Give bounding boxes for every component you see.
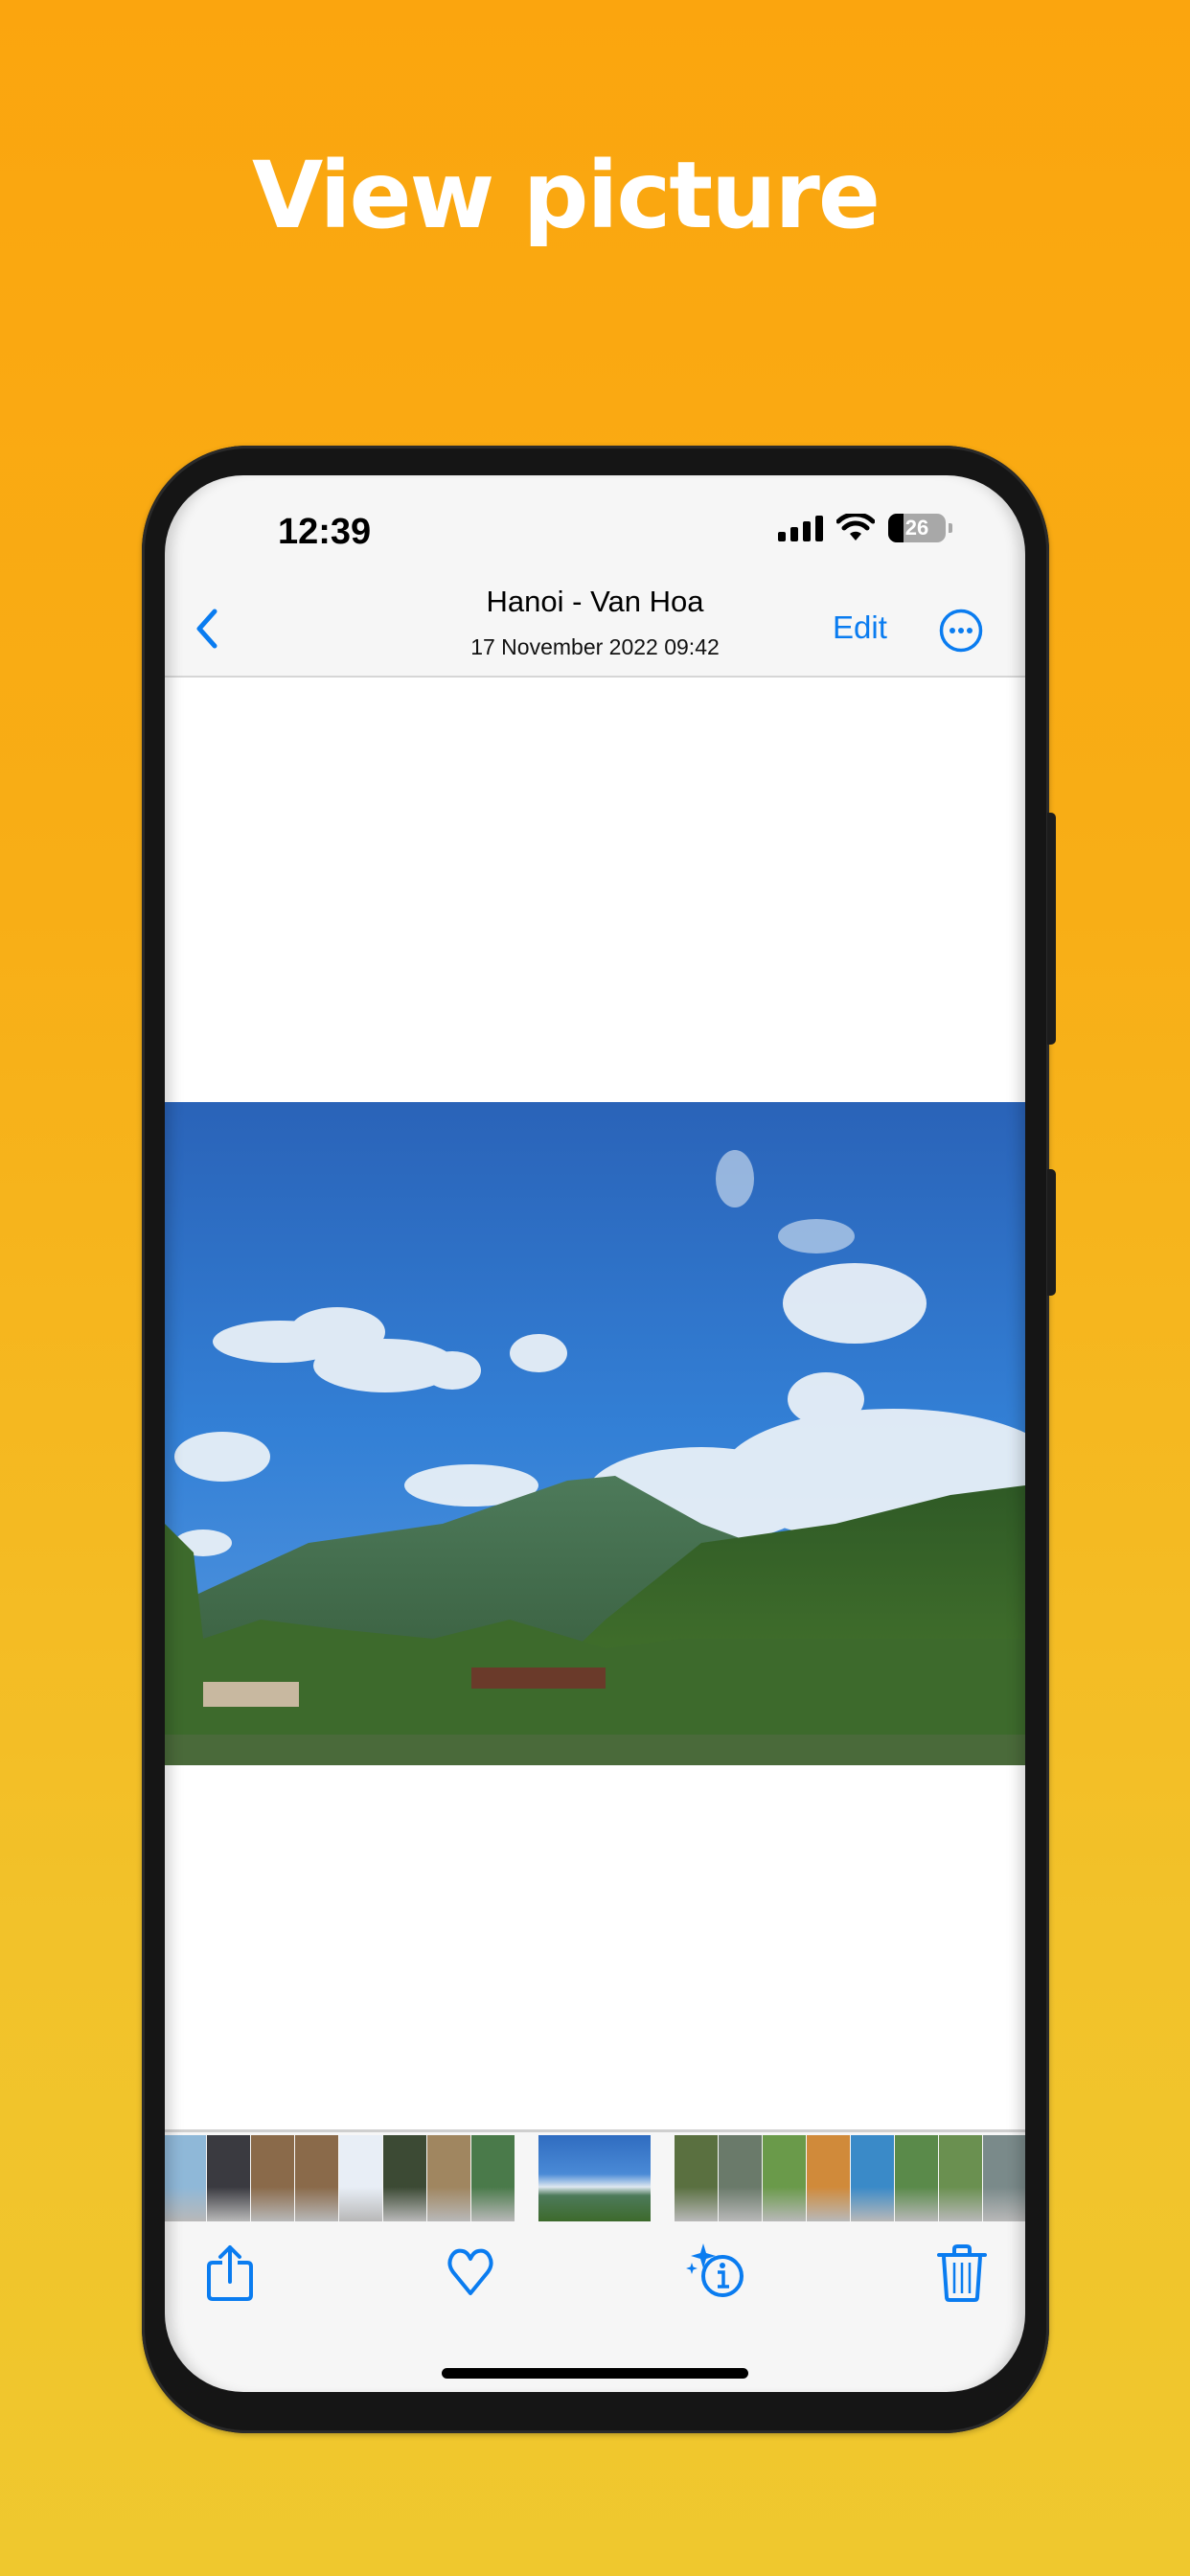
photo-title: Hanoi - Van Hoa [486, 585, 704, 618]
battery-level: 26 [904, 516, 929, 540]
battery-icon: 26 [888, 514, 946, 542]
thumbnail[interactable] [763, 2135, 806, 2221]
status-icons: 26 [778, 514, 952, 542]
photo-date: 17 November 2022 09:42 [470, 634, 720, 659]
thumbnail[interactable] [251, 2135, 294, 2221]
thumbnail[interactable] [383, 2135, 426, 2221]
more-button[interactable] [939, 609, 983, 653]
landscape-image [165, 1102, 1025, 1765]
battery-fill [888, 514, 904, 542]
thumbnail[interactable] [207, 2135, 250, 2221]
signal-icon [778, 515, 823, 541]
thumbnail-selected[interactable] [538, 2135, 651, 2221]
thumbnail[interactable] [675, 2135, 718, 2221]
heart-icon [447, 2248, 493, 2295]
share-icon [207, 2245, 253, 2301]
trash-icon [937, 2244, 987, 2302]
battery-tip [949, 523, 952, 533]
favorite-button[interactable] [444, 2243, 497, 2303]
wifi-icon [836, 514, 875, 540]
status-time: 12:39 [278, 512, 372, 552]
page-headline: View picture [252, 142, 881, 249]
ellipsis-circle-icon [939, 609, 983, 653]
home-indicator[interactable] [442, 2368, 748, 2379]
share-button[interactable] [203, 2243, 257, 2303]
thumbnail[interactable] [295, 2135, 338, 2221]
thumbnail[interactable] [807, 2135, 850, 2221]
thumbnail[interactable] [719, 2135, 762, 2221]
info-button[interactable] [686, 2243, 747, 2303]
phone-screen: 12:39 26 Hanoi - Van Hoa 17 November 202… [165, 475, 1025, 2392]
thumbnail[interactable] [851, 2135, 894, 2221]
thumbnail[interactable] [895, 2135, 938, 2221]
thumbnail[interactable] [471, 2135, 515, 2221]
thumbnail[interactable] [339, 2135, 382, 2221]
sparkle-info-icon [686, 2243, 744, 2297]
phone-side-button [1047, 813, 1056, 1045]
main-photo[interactable] [165, 1102, 1025, 1765]
thumbnail[interactable] [939, 2135, 982, 2221]
phone-side-button [1047, 1169, 1056, 1296]
thumbnail[interactable] [165, 2135, 206, 2221]
thumbnail-strip-divider [165, 2129, 1025, 2132]
photo-viewer[interactable] [165, 678, 1025, 2129]
edit-button[interactable]: Edit [833, 610, 887, 646]
thumbnail[interactable] [983, 2135, 1025, 2221]
delete-button[interactable] [937, 2243, 987, 2303]
thumbnail[interactable] [427, 2135, 470, 2221]
